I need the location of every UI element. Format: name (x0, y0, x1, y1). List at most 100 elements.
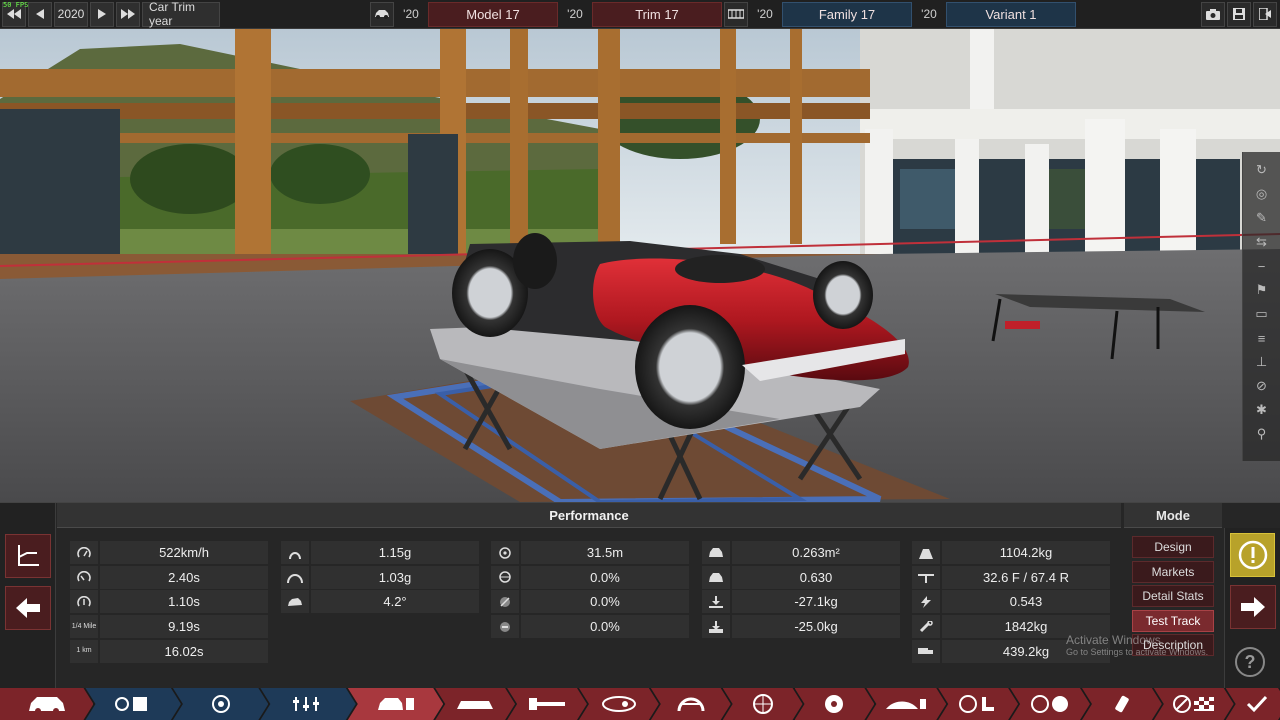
warning-button[interactable] (1230, 533, 1275, 577)
lightning-icon (912, 590, 940, 614)
family-name-button[interactable]: Family 17 (782, 1, 912, 27)
performance-panel: Performance Mode 522km/h 2.40s 1.10s 1/4… (0, 502, 1280, 689)
stat-row: 1104.2kg (912, 541, 1110, 564)
nav-interior[interactable] (938, 688, 1018, 720)
model-name-button[interactable]: Model 17 (428, 1, 558, 27)
stat-row: 0.0% (491, 565, 689, 589)
nav-test-drive[interactable] (1154, 688, 1234, 720)
drivetrain-icon (527, 695, 567, 713)
nav-chassis[interactable] (435, 688, 515, 720)
stat-row: 1.03g (281, 565, 479, 589)
back-button[interactable] (5, 586, 51, 630)
forward-button[interactable] (1230, 585, 1276, 629)
brake-disc-icon (823, 693, 845, 715)
watermark-title: Activate Windows (1066, 633, 1161, 647)
engine-family-button[interactable] (724, 1, 748, 27)
chassis-icon (455, 695, 495, 713)
stat-row: 1.15g (281, 541, 479, 564)
downforce-front-icon (702, 590, 730, 614)
paint-icon[interactable]: ✎ (1250, 208, 1274, 228)
quarter-mile-value: 9.19s (100, 615, 268, 639)
speedometer-icon (70, 565, 98, 589)
nav-tuning[interactable] (1082, 688, 1162, 720)
save-button[interactable] (1227, 1, 1251, 27)
grille-icon[interactable]: ≡ (1250, 328, 1274, 348)
mode-design-button[interactable]: Design (1132, 536, 1214, 558)
weight-icon (912, 541, 940, 564)
stats-column-speed: 522km/h 2.40s 1.10s 1/4 Mile 9.19s 1 km 16… (70, 541, 268, 664)
nav-fixtures[interactable] (579, 688, 659, 720)
graph-axes-icon (18, 545, 39, 566)
variant-name-button[interactable]: Variant 1 (946, 1, 1076, 27)
brake-fade-value: 0.0% (521, 590, 689, 614)
nav-suspension[interactable] (651, 688, 731, 720)
wheel-lock-value: 0.0% (521, 615, 689, 639)
mode-test-track-button[interactable]: Test Track (1132, 609, 1214, 632)
body-roll-value: 4.2° (311, 590, 479, 614)
steering-wheel-icon (491, 565, 519, 589)
camera-icon (1206, 8, 1220, 20)
corner-wide-icon (281, 565, 309, 589)
help-button[interactable]: ? (1235, 647, 1265, 677)
camera-angle-icon[interactable]: ⇆ (1250, 232, 1274, 252)
year-back-button[interactable] (28, 1, 52, 27)
headlight-icon (599, 695, 639, 713)
nav-finish[interactable] (1226, 688, 1280, 720)
car-front-icon (702, 565, 730, 589)
lateral-g-wide-value: 1.03g (311, 565, 479, 589)
screenshot-button[interactable] (1201, 1, 1225, 27)
warning-icon (1238, 540, 1267, 570)
showroom-scene (0, 29, 1280, 502)
front-downforce-value: -27.1kg (732, 590, 900, 614)
watermark-subtitle: Go to Settings to activate Windows. (1066, 647, 1209, 657)
seat-icon[interactable]: ⊥ (1250, 352, 1274, 372)
car-showroom-viewport[interactable]: ↻ ◎ ✎ ⇆ − ⚑ ▭ ≡ ⊥ ⊘ ✱ ⚲ (0, 29, 1280, 502)
nav-brakes[interactable] (795, 688, 875, 720)
car-side-icon[interactable]: ▭ (1250, 304, 1274, 324)
nav-drivetrain[interactable] (507, 688, 587, 720)
frontal-area-value: 0.263m² (732, 541, 900, 564)
flag-icon[interactable]: ⚑ (1250, 280, 1274, 300)
year-forward-button[interactable] (90, 1, 114, 27)
stat-row: 0.263m² (702, 541, 900, 564)
wheel-lock-icon (491, 615, 519, 639)
mode-markets-button[interactable]: Markets (1132, 560, 1214, 583)
understeer-value: 0.0% (521, 565, 689, 589)
no-entry-icon[interactable]: ⊘ (1250, 376, 1274, 396)
next-year-button[interactable] (116, 1, 140, 27)
wheel-icon[interactable]: ◎ (1250, 184, 1274, 204)
nav-model-trim[interactable] (348, 688, 443, 720)
brake-disc-icon (491, 541, 519, 564)
nav-engine-family[interactable] (85, 688, 180, 720)
trim-name-button[interactable]: Trim 17 (592, 1, 722, 27)
gear-icon[interactable]: ✱ (1250, 400, 1274, 420)
nav-car-model[interactable] (0, 688, 93, 720)
graph-button[interactable] (5, 534, 51, 578)
walk-icon[interactable]: ⚲ (1250, 424, 1274, 444)
nav-safety[interactable] (1010, 688, 1090, 720)
right-controls: ? (1224, 528, 1280, 689)
nav-wheels[interactable] (723, 688, 803, 720)
checkered-flag-icon (1172, 694, 1216, 714)
car-trim-icon (376, 695, 416, 713)
rotate-icon[interactable]: ↻ (1250, 160, 1274, 180)
speedometer-icon (70, 590, 98, 614)
design-stage-nav (0, 688, 1280, 720)
stat-row: 32.6 F / 67.4 R (912, 565, 1110, 589)
stats-column-brakes: 31.5m 0.0% 0.0% 0.0% (491, 541, 689, 640)
variant-year-tag: '20 (921, 7, 937, 21)
car-icon (375, 10, 389, 19)
arrow-right-icon (1241, 597, 1265, 617)
skip-back-icon (7, 9, 21, 19)
mode-detail-stats-button[interactable]: Detail Stats (1132, 585, 1214, 607)
stats-column-grip: 1.15g 1.03g 4.2° (281, 541, 479, 615)
fps-counter: 50 FPS (3, 1, 29, 9)
nav-aero[interactable] (866, 688, 946, 720)
minus-icon[interactable]: − (1250, 256, 1274, 276)
exit-button[interactable] (1253, 1, 1277, 27)
nav-engine-tune[interactable] (260, 688, 355, 720)
nav-engine-parts[interactable] (173, 688, 268, 720)
model-year-tag: '20 (403, 7, 419, 21)
model-car-button[interactable] (370, 1, 394, 27)
stat-row: -25.0kg (702, 615, 900, 639)
